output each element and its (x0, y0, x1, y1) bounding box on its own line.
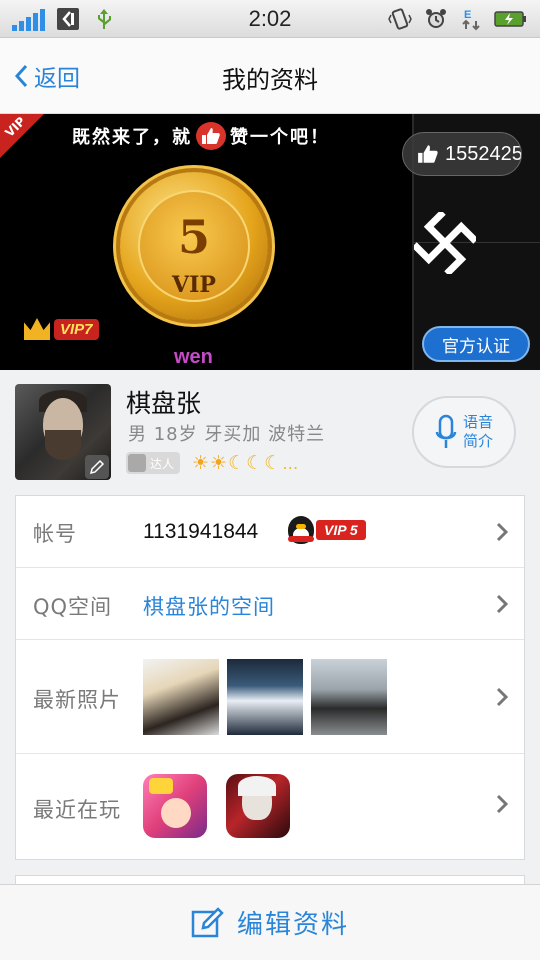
edit-icon (191, 906, 224, 937)
account-label: 帐号 (33, 522, 77, 546)
banner-caption-left: 既然来了，就 (72, 127, 192, 148)
chevron-right-icon (496, 522, 508, 542)
chevron-right-icon (496, 594, 508, 614)
game-icon[interactable] (226, 774, 290, 838)
vibrate-icon (388, 7, 412, 31)
vip-coin-label: VIP (172, 272, 216, 298)
voice-intro-button[interactable]: 语音 简介 (412, 396, 516, 468)
profile-badges: 达人 ☀☀ ☾☾☾… (126, 452, 299, 474)
status-time: 2:02 (248, 6, 292, 31)
like-button[interactable]: 15524251 (402, 132, 522, 176)
like-count: 15524251 (445, 142, 522, 165)
banner-watermark: wen (174, 346, 213, 368)
photo-thumbnail[interactable] (311, 659, 387, 735)
photo-thumbnail[interactable] (227, 659, 303, 735)
daren-label: 达人 (150, 456, 175, 471)
qq-level-icons[interactable]: ☀☀ ☾☾☾… (192, 452, 299, 474)
vip5-badge: VIP 5 (288, 516, 366, 544)
profile-header: 棋盘张 男 18岁 牙买加 波特兰 达人 ☀☀ ☾☾☾… 语音 简介 (0, 370, 540, 492)
chevron-right-icon (496, 687, 508, 707)
profile-name: 棋盘张 (126, 389, 202, 418)
status-bar: 2:02 E (0, 0, 540, 38)
vip5-text: VIP 5 (316, 520, 366, 540)
games-row[interactable]: 最近在玩 (16, 754, 524, 860)
battery-charging-icon (494, 7, 528, 31)
svg-text:E: E (464, 9, 471, 21)
thumbs-up-icon (196, 122, 226, 150)
chevron-right-icon (496, 794, 508, 814)
voice-intro-line1: 语音 (462, 413, 493, 431)
voice-intro-label: 语音 简介 (463, 413, 493, 451)
page-title: 我的资料 (222, 66, 318, 94)
qq-penguin-icon (288, 516, 314, 544)
banner-caption-right: 赞一个吧！ (230, 127, 330, 148)
account-number: 1131941844 (143, 520, 259, 543)
vip-level-badge: VIP7 (24, 318, 99, 340)
voice-intro-line2: 简介 (462, 432, 493, 450)
alarm-icon (424, 7, 448, 31)
nav-bar: 返回 我的资料 (0, 38, 540, 114)
game-icon[interactable] (143, 774, 207, 838)
crown-icon (24, 318, 50, 340)
games-label: 最近在玩 (33, 798, 121, 822)
edit-profile-button[interactable]: 编辑资料 (0, 884, 540, 960)
photo-thumbnail[interactable] (143, 659, 219, 735)
banner-caption: 既然来了，就 赞一个吧！ (72, 122, 330, 150)
profile-banner[interactable]: VIP 既然来了，就 赞一个吧！ 5 VIP VIP7 wen 15524251… (0, 114, 540, 370)
moon-icon: ☾☾☾ (228, 452, 283, 474)
qzone-label: QQ空间 (33, 595, 113, 619)
daren-badge[interactable]: 达人 (126, 452, 181, 474)
vip-level-text: VIP7 (54, 318, 99, 340)
profile-info-card: 帐号 1131941844 VIP 5 QQ空间 棋盘张的空间 最新照片 最近在… (15, 495, 525, 860)
vip-coin-number: 5 (177, 210, 210, 264)
book-icon (128, 454, 146, 472)
photos-row[interactable]: 最新照片 (16, 640, 524, 754)
data-e-icon: E (460, 7, 484, 31)
sun-icon: ☀☀ (192, 452, 229, 474)
edit-avatar-icon[interactable] (85, 455, 109, 479)
thumbs-up-icon (418, 145, 438, 163)
profile-info: 男 18岁 牙买加 波特兰 (128, 424, 326, 445)
banner-image: VIP 既然来了，就 赞一个吧！ 5 VIP VIP7 wen (0, 114, 412, 370)
microphone-icon (435, 414, 457, 448)
photos-label: 最新照片 (33, 688, 121, 712)
edit-profile-label: 编辑资料 (236, 910, 349, 940)
official-verify-button[interactable]: 官方认证 (422, 326, 530, 362)
qzone-row[interactable]: QQ空间 棋盘张的空间 (16, 568, 524, 640)
qzone-link[interactable]: 棋盘张的空间 (143, 591, 275, 621)
swastika-symbol (411, 209, 479, 278)
more-level-dots: … (282, 453, 300, 473)
account-row[interactable]: 帐号 1131941844 VIP 5 (16, 496, 524, 568)
vip-coin: 5 VIP (120, 172, 268, 320)
